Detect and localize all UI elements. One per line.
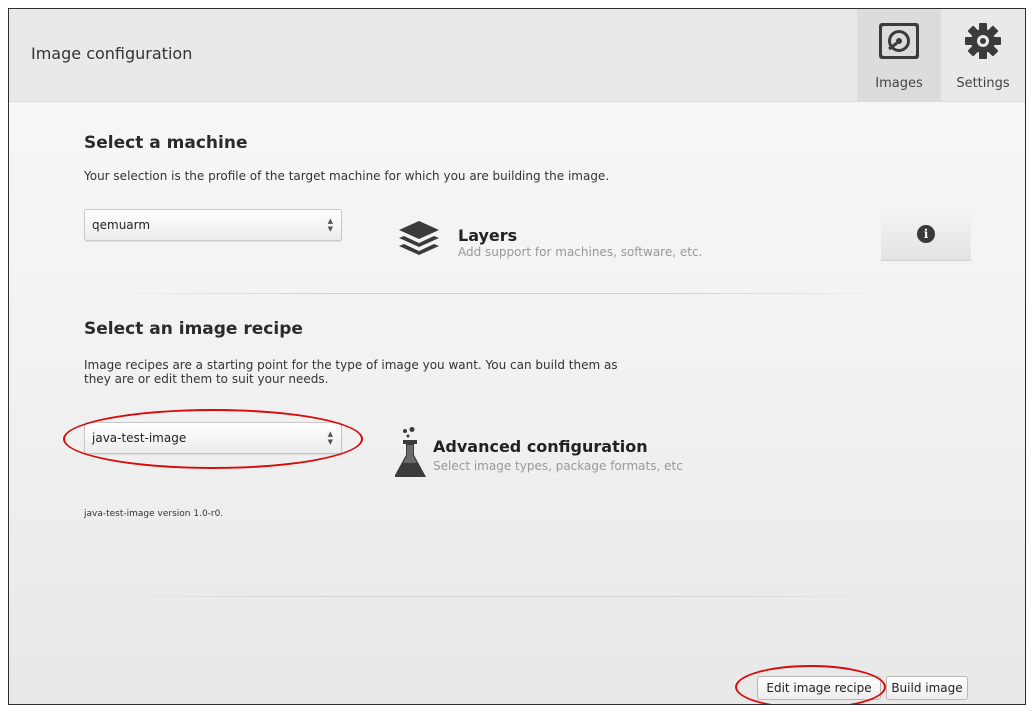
tab-settings[interactable]: Settings xyxy=(941,9,1025,101)
select-machine-description: Your selection is the profile of the tar… xyxy=(84,169,610,183)
advanced-configuration-link[interactable]: Advanced configuration xyxy=(433,437,648,456)
info-icon: i xyxy=(917,225,935,243)
recipe-description-line2: they are or edit them to suit your needs… xyxy=(84,372,329,386)
page-title: Image configuration xyxy=(31,44,193,63)
gear-icon xyxy=(959,17,1007,69)
recipe-version-text: java-test-image version 1.0-r0. xyxy=(84,509,224,519)
flask-icon[interactable] xyxy=(394,427,429,483)
edit-image-recipe-button[interactable]: Edit image recipe xyxy=(757,676,881,700)
recipe-description-line1: Image recipes are a starting point for t… xyxy=(84,358,618,372)
machine-combo-value: qemuarm xyxy=(92,218,151,232)
advanced-configuration-subtitle: Select image types, package formats, etc xyxy=(433,459,683,473)
hard-disk-icon xyxy=(875,17,923,69)
select-recipe-title: Select an image recipe xyxy=(84,319,303,339)
combo-arrows-icon: ▲ ▼ xyxy=(327,430,333,446)
layers-icon[interactable] xyxy=(396,217,442,267)
recipe-combo[interactable]: java-test-image ▲ ▼ xyxy=(84,422,342,454)
layers-link[interactable]: Layers xyxy=(458,226,517,245)
combo-arrows-icon: ▲ ▼ xyxy=(327,217,333,233)
recipe-combo-value: java-test-image xyxy=(92,431,187,445)
tab-settings-label: Settings xyxy=(956,76,1010,91)
info-button[interactable]: i xyxy=(881,208,971,261)
header-tabs: Images Settings xyxy=(857,9,1025,101)
app-window: Image configuration Images Settings Sele… xyxy=(8,8,1026,705)
select-machine-title: Select a machine xyxy=(84,133,248,153)
machine-combo[interactable]: qemuarm ▲ ▼ xyxy=(84,209,342,241)
layers-subtitle: Add support for machines, software, etc. xyxy=(458,245,703,259)
select-recipe-description: Image recipes are a starting point for t… xyxy=(84,358,618,386)
tab-images[interactable]: Images xyxy=(857,9,941,101)
section-divider xyxy=(99,293,899,294)
header-bar: Image configuration Images Settings xyxy=(9,9,1025,102)
build-image-button[interactable]: Build image xyxy=(886,676,968,700)
tab-images-label: Images xyxy=(875,76,923,91)
section-divider xyxy=(99,596,899,597)
